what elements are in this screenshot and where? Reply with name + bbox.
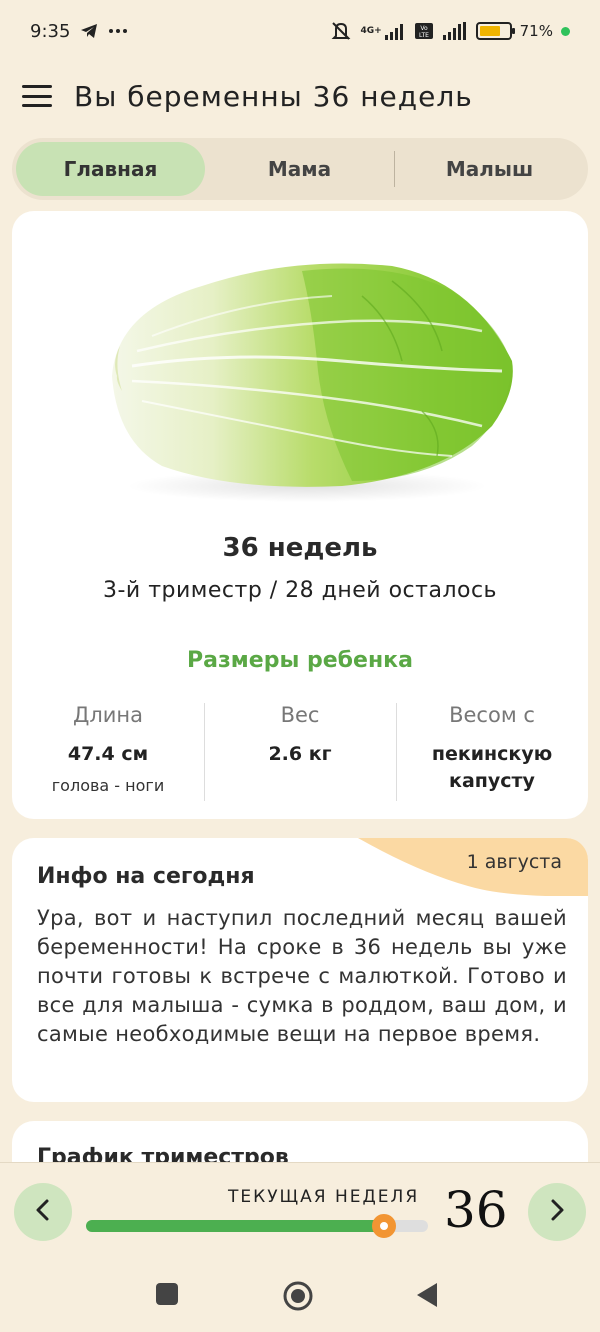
info-title: Инфо на сегодня [37, 864, 255, 889]
stat-label: Вес [280, 703, 320, 727]
baby-sizes-heading: Размеры ребенка [187, 648, 413, 673]
baby-stats: Длина 47.4 см голова - ноги Вес 2.6 кг В… [12, 701, 588, 801]
date-badge: 1 августа [358, 838, 588, 896]
status-bar: 9:35 4G+ Vo LTE 71% [0, 0, 600, 62]
tab-main[interactable]: Главная [16, 142, 205, 196]
next-week-button[interactable] [528, 1183, 586, 1241]
network-type: 4G+ [360, 25, 382, 36]
cabbage-image [92, 241, 522, 511]
tab-baby[interactable]: Малыш [395, 142, 584, 196]
progress-knob[interactable] [371, 1214, 396, 1238]
stat-comparison: Весом с пекинскую капусту [396, 701, 588, 801]
prev-week-button[interactable] [14, 1183, 72, 1241]
stat-value: пекинскую капусту [431, 743, 553, 792]
app-header: Вы беременны 36 недель [0, 62, 600, 130]
info-date: 1 августа [466, 851, 562, 873]
mute-icon [330, 20, 352, 42]
recents-button[interactable] [155, 1282, 179, 1310]
page-title: Вы беременны 36 недель [74, 79, 473, 113]
stat-length: Длина 47.4 см голова - ноги [12, 701, 204, 801]
info-text: Ура, вот и наступил последний месяц ваше… [37, 906, 567, 1046]
svg-text:LTE: LTE [419, 32, 429, 39]
week-progress-slider[interactable] [86, 1214, 428, 1238]
week-navigator: ТЕКУЩАЯ НЕДЕЛЯ 36 [0, 1162, 600, 1254]
battery-icon [475, 22, 515, 40]
signal-icon [442, 22, 468, 40]
more-icon [108, 28, 128, 34]
stat-value: 2.6 кг [268, 743, 332, 765]
home-button[interactable] [282, 1280, 314, 1316]
back-button[interactable] [415, 1282, 439, 1312]
current-week-label: ТЕКУЩАЯ НЕДЕЛЯ [228, 1187, 420, 1207]
chevron-left-icon [33, 1198, 53, 1226]
clock: 9:35 [30, 20, 71, 42]
volte-icon: Vo LTE [414, 22, 434, 40]
chevron-right-icon [547, 1198, 567, 1226]
system-nav-bar [0, 1255, 600, 1332]
info-card: 1 августа Инфо на сегодня Ура, вот и нас… [12, 838, 588, 1102]
week-card: 36 недель 3-й триместр / 28 дней осталос… [12, 211, 588, 819]
stat-weight: Вес 2.6 кг [204, 701, 396, 801]
telegram-icon [80, 23, 98, 39]
svg-text:Vo: Vo [420, 25, 428, 32]
hamburger-icon[interactable] [22, 85, 52, 107]
stat-label: Весом с [449, 703, 535, 727]
stat-sub: голова - ноги [51, 776, 165, 795]
current-week-number: 36 [444, 1181, 508, 1239]
stat-label: Длина [72, 703, 144, 727]
stat-value: 47.4 см [67, 743, 149, 765]
battery-percent: 71% [519, 22, 553, 40]
signal-icon: 4G+ [360, 22, 405, 40]
charging-dot [561, 26, 570, 36]
trimester-info: 3-й триместр / 28 дней осталось [102, 578, 498, 603]
tab-bar: Главная Мама Малыш [12, 138, 588, 200]
progress-fill [86, 1220, 384, 1232]
tab-mom[interactable]: Мама [205, 142, 394, 196]
week-title: 36 недель [222, 533, 378, 563]
